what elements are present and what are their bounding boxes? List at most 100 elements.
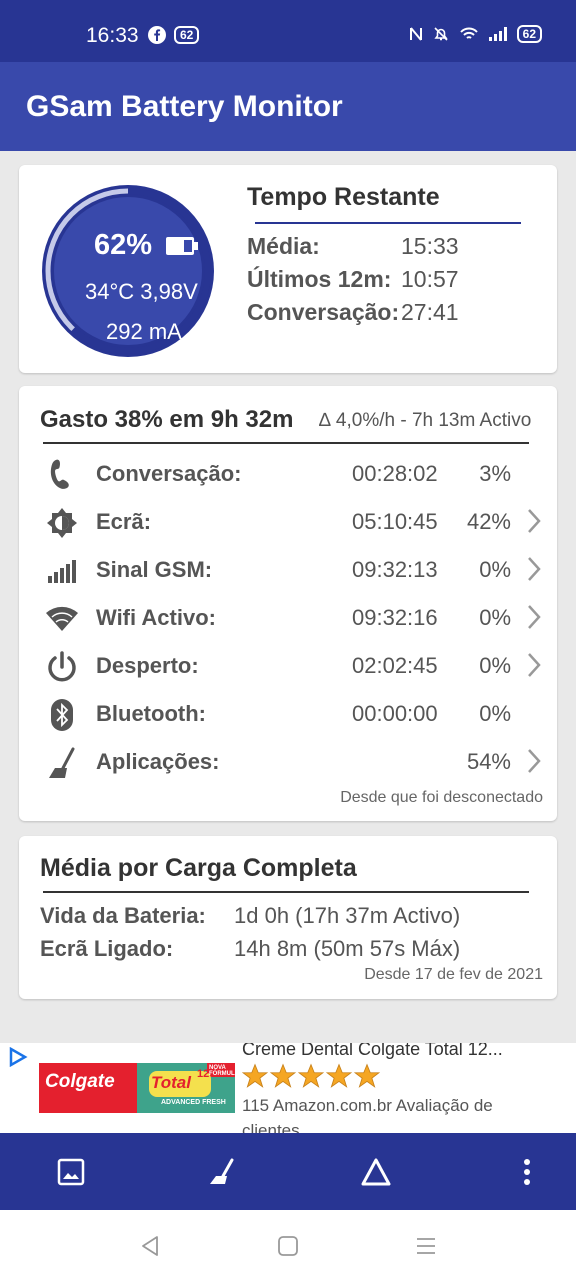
usage-title: Gasto 38% em 9h 32m [40, 406, 294, 433]
usage-row-wifi[interactable]: Wifi Activo: 09:32:16 0% [19, 594, 557, 642]
ad-rating-text: 115 Amazon.com.br Avaliação de [242, 1096, 493, 1115]
average-label-screen-on: Ecrã Ligado: [40, 936, 174, 961]
usage-label: Sinal GSM: [96, 557, 213, 582]
battery-icon [166, 237, 198, 255]
system-nav-bar [0, 1210, 576, 1280]
ad-product-variant: ADVANCED FRESH [161, 1099, 226, 1106]
usage-percent: 42% [466, 509, 511, 534]
home-icon[interactable] [274, 1232, 302, 1260]
ad-title[interactable]: Creme Dental Colgate Total 12... [242, 1043, 503, 1060]
usage-percent: 0% [479, 701, 511, 726]
ad-choices-icon[interactable] [8, 1047, 28, 1067]
chevron-right-icon[interactable] [527, 604, 541, 630]
ad-product-brand: Colgate [45, 1071, 115, 1092]
usage-time: 09:32:16 [352, 605, 438, 630]
usage-row-screen[interactable]: Ecrã: 05:10:45 42% [19, 498, 557, 546]
app-title: GSam Battery Monitor [26, 90, 343, 123]
phone-icon [45, 458, 79, 492]
status-bar: 16:33 62 62 [0, 0, 576, 62]
back-icon[interactable] [136, 1232, 164, 1260]
delta-icon[interactable] [359, 1155, 393, 1189]
power-icon [45, 650, 79, 684]
remaining-divider [255, 222, 521, 224]
star-icon [270, 1063, 296, 1088]
remaining-value-talk: 27:41 [401, 299, 459, 325]
ad-rating-extra: clientes [242, 1121, 300, 1133]
ad-banner[interactable]: Colgate Total 12 NOVA FÓRMULA ADVANCED F… [0, 1043, 576, 1133]
usage-row-talk[interactable]: Conversação: 00:28:02 3% [19, 450, 557, 498]
usage-label: Bluetooth: [96, 701, 206, 726]
usage-label: Conversação: [96, 461, 242, 486]
remaining-value-average: 15:33 [401, 233, 459, 259]
broom-icon [45, 746, 79, 780]
ad-product-image[interactable]: Colgate Total 12 NOVA FÓRMULA ADVANCED F… [39, 1061, 239, 1115]
bluetooth-icon [45, 698, 79, 732]
battery-percent: 62% [94, 229, 153, 261]
usage-time: 00:00:00 [352, 701, 438, 726]
battery-gauge: 62% 34°C 3,98V 292 mA [38, 181, 218, 361]
average-label-battery-life: Vida da Bateria: [40, 903, 206, 928]
chevron-right-icon[interactable] [527, 556, 541, 582]
usage-subtitle: ∆ 4,0%/h - 7h 13m Activo [319, 410, 532, 431]
average-title: Média por Carga Completa [40, 854, 357, 882]
usage-percent: 54% [466, 749, 511, 774]
usage-row-gsm[interactable]: Sinal GSM: 09:32:13 0% [19, 546, 557, 594]
ad-product-line: Total [151, 1073, 191, 1092]
average-footnote: Desde 17 de fev de 2021 [364, 966, 543, 983]
battery-temp-voltage: 34°C 3,98V [85, 279, 198, 304]
usage-row-awake[interactable]: Desperto: 02:02:45 0% [19, 642, 557, 690]
remaining-title: Tempo Restante [247, 183, 440, 211]
usage-percent: 3% [479, 461, 511, 486]
mute-bell-icon [434, 27, 448, 41]
usage-divider [43, 442, 529, 444]
status-time: 16:33 [86, 24, 139, 47]
nfc-icon [409, 27, 422, 41]
usage-card: Gasto 38% em 9h 32m ∆ 4,0%/h - 7h 13m Ac… [19, 386, 557, 821]
battery-summary-card[interactable]: 62% 34°C 3,98V 292 mA Tempo Restante Méd… [19, 165, 557, 373]
app-bar: GSam Battery Monitor [0, 62, 576, 151]
star-icon [354, 1063, 380, 1088]
signal-bars-icon [45, 554, 79, 588]
more-options-icon[interactable] [510, 1155, 544, 1189]
ad-rating-stars [242, 1063, 380, 1089]
broom-icon[interactable] [204, 1155, 238, 1189]
usage-label: Aplicações: [96, 749, 220, 774]
usage-time: 00:28:02 [352, 461, 438, 486]
usage-label: Wifi Activo: [96, 605, 216, 630]
usage-percent: 0% [479, 605, 511, 630]
battery-current: 292 mA [106, 319, 182, 344]
battery-status-badge: 62 [516, 25, 542, 43]
usage-footnote: Desde que foi desconectado [340, 789, 543, 806]
usage-time: 09:32:13 [352, 557, 438, 582]
remaining-label-last12m: Últimos 12m: [247, 266, 392, 292]
chevron-right-icon[interactable] [527, 508, 541, 534]
remaining-label-talk: Conversação: [247, 299, 400, 325]
usage-percent: 0% [479, 557, 511, 582]
remaining-label-average: Média: [247, 233, 320, 259]
recents-icon[interactable] [412, 1232, 440, 1260]
signal-status-icon [488, 27, 507, 41]
usage-time: 02:02:45 [352, 653, 438, 678]
star-icon [326, 1063, 352, 1088]
wifi-icon [45, 602, 79, 636]
image-icon[interactable] [54, 1155, 88, 1189]
usage-time: 05:10:45 [352, 509, 438, 534]
usage-row-bluetooth[interactable]: Bluetooth: 00:00:00 0% [19, 690, 557, 738]
chevron-right-icon[interactable] [527, 748, 541, 774]
wifi-status-icon [459, 27, 478, 39]
ad-product-number: 12 [197, 1068, 210, 1080]
usage-row-apps[interactable]: Aplicações: 54% [19, 738, 557, 786]
star-icon [242, 1063, 268, 1088]
usage-label: Desperto: [96, 653, 199, 678]
remaining-value-last12m: 10:57 [401, 266, 459, 292]
usage-label: Ecrã: [96, 509, 152, 534]
bottom-action-bar [0, 1133, 576, 1210]
average-value-battery-life: 1d 0h (17h 37m Activo) [234, 903, 461, 928]
star-icon [298, 1063, 324, 1088]
average-card: Média por Carga Completa Vida da Bateria… [19, 836, 557, 999]
chevron-right-icon[interactable] [527, 652, 541, 678]
average-divider [43, 891, 529, 893]
facebook-icon [148, 26, 166, 44]
ad-product-tag: NOVA FÓRMULA [209, 1065, 239, 1077]
screen-brightness-icon [45, 506, 79, 540]
